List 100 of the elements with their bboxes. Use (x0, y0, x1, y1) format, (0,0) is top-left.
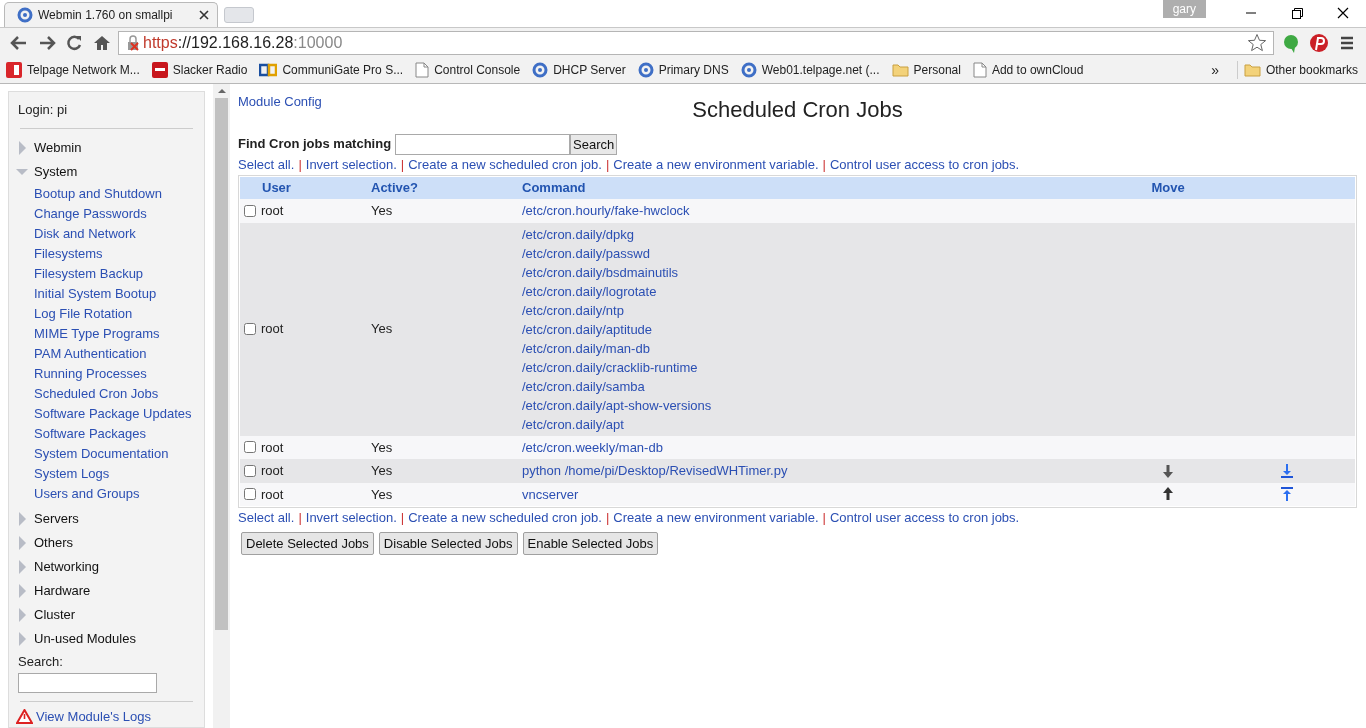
module-link[interactable]: Software Packages (34, 423, 146, 444)
overflow-button[interactable]: » (1211, 59, 1225, 81)
category-item[interactable]: System (16, 159, 195, 184)
module-link[interactable]: Software Package Updates (34, 403, 192, 424)
action-link[interactable]: Create a new environment variable. (613, 155, 819, 175)
search-button[interactable]: Search (570, 133, 618, 155)
category-item[interactable]: Networking (16, 554, 195, 579)
module-link[interactable]: Disk and Network (34, 223, 136, 244)
folder-icon (891, 63, 909, 77)
top-arrow-icon[interactable] (1279, 486, 1294, 503)
url-text: https://192.168.16.28:10000 (143, 32, 343, 53)
module-link[interactable]: Initial System Bootup (34, 283, 157, 304)
search-field[interactable] (395, 133, 571, 155)
home-icon[interactable] (92, 33, 112, 52)
bookmark[interactable]: Telpage Network M... (6, 61, 140, 79)
module-config-link[interactable]: Module Config (238, 92, 322, 112)
table-row[interactable]: root Yes vncserver (240, 482, 1355, 506)
module-link[interactable]: System Logs (34, 463, 110, 484)
bookmark[interactable]: DHCP Server (532, 61, 626, 79)
module-link[interactable]: Filesystems (34, 243, 103, 264)
row-checkbox[interactable] (244, 488, 256, 501)
category-item[interactable]: Webmin (16, 135, 195, 160)
module-link[interactable]: Filesystem Backup (34, 263, 144, 284)
row-checkbox[interactable] (244, 441, 256, 454)
module-link[interactable]: System Documentation (34, 443, 169, 464)
warning-icon (16, 709, 33, 725)
module-link[interactable]: Log File Rotation (34, 303, 133, 324)
bookmark[interactable]: Add to ownCloud (972, 61, 1084, 79)
down-arrow-icon[interactable] (1161, 462, 1175, 479)
action-link[interactable]: Select all. (238, 508, 295, 528)
category-item[interactable]: Hardware (16, 578, 195, 603)
bookmark[interactable]: Primary DNS (637, 61, 729, 79)
command-link[interactable]: /etc/cron.hourly/fake-hwclock (522, 203, 690, 219)
action-link[interactable]: Create a new scheduled cron job. (408, 508, 602, 528)
table-cell: Yes (371, 486, 393, 502)
pin-icon[interactable] (1308, 31, 1330, 54)
command-link[interactable]: /etc/cron.daily/aptitude (522, 321, 653, 337)
search-field[interactable] (18, 673, 157, 693)
separator: | (298, 156, 302, 175)
login-label: Login: pi (18, 101, 69, 119)
module-link[interactable]: Bootup and Shutdown (34, 183, 162, 204)
table-row[interactable]: root Yes python /home/pi/Desktop/RevisedWHTimer.py (240, 459, 1355, 483)
command-link[interactable]: /etc/cron.daily/dpkg (522, 226, 634, 242)
command-link[interactable]: vncserver (522, 486, 579, 502)
command-link[interactable]: /etc/cron.daily/passwd (522, 245, 650, 261)
command-link[interactable]: /etc/cron.daily/logrotate (522, 283, 657, 299)
command-link[interactable]: python /home/pi/Desktop/RevisedWHTimer.py (522, 463, 788, 479)
action-button[interactable]: Delete Selected Jobs (241, 532, 374, 555)
close-icon[interactable] (199, 10, 209, 20)
category-item[interactable]: Others (16, 530, 195, 555)
category-item[interactable]: Servers (16, 506, 195, 531)
column-header: Command (522, 180, 586, 196)
separator: | (400, 156, 405, 175)
address-bar[interactable]: https://192.168.16.28:10000 (118, 30, 1274, 55)
action-button[interactable]: Enable Selected Jobs (522, 532, 659, 555)
module-link[interactable]: MIME Type Programs (34, 323, 160, 344)
separator: | (605, 156, 610, 175)
bookmark[interactable]: Slacker Radio (151, 61, 248, 79)
bookmark[interactable]: Control Console (415, 61, 521, 79)
command-link[interactable]: /etc/cron.daily/man-db (522, 340, 650, 356)
bookmark[interactable]: Personal (891, 61, 961, 79)
up-arrow-icon[interactable] (1161, 486, 1175, 503)
command-link[interactable]: /etc/cron.daily/cracklib-runtime (522, 359, 698, 375)
app-icon (259, 62, 278, 78)
row-checkbox[interactable] (244, 323, 256, 335)
table-row[interactable]: root Yes /etc/cron.weekly/man-db (240, 435, 1355, 459)
scrollbar[interactable] (213, 84, 230, 728)
command-link[interactable]: /etc/cron.daily/ntp (522, 302, 624, 318)
app-icon (151, 62, 168, 78)
category-item[interactable]: Un-used Modules (16, 626, 195, 651)
bookmark[interactable]: CommuniGate Pro S... (259, 61, 404, 79)
bookmark[interactable]: Other bookmarks (1236, 61, 1358, 79)
module-link[interactable]: Scheduled Cron Jobs (34, 383, 159, 404)
logs-link[interactable]: View Module's Logs (36, 707, 151, 727)
action-link[interactable]: Invert selection. (305, 155, 397, 175)
command-link[interactable]: /etc/cron.daily/apt (522, 416, 624, 432)
command-link[interactable]: /etc/cron.daily/samba (522, 378, 645, 394)
module-link[interactable]: Change Passwords (34, 203, 147, 224)
row-checkbox[interactable] (244, 204, 256, 217)
action-button[interactable]: Disable Selected Jobs (378, 532, 518, 555)
action-link[interactable]: Select all. (238, 155, 295, 175)
star-icon[interactable] (1247, 32, 1267, 53)
module-link[interactable]: Users and Groups (34, 483, 140, 504)
action-link[interactable]: Control user access to cron jobs. (829, 508, 1020, 528)
table-row[interactable]: root Yes /etc/cron.hourly/fake-hwclock (240, 199, 1355, 223)
category-item[interactable]: Cluster (16, 602, 195, 627)
command-link[interactable]: /etc/cron.daily/bsdmainutils (522, 264, 679, 280)
module-link[interactable]: PAM Authentication (34, 343, 147, 364)
command-link[interactable]: /etc/cron.daily/apt-show-versions (522, 397, 712, 413)
bookmark[interactable]: Web01.telpage.net (... (740, 61, 880, 79)
action-link[interactable]: Invert selection. (305, 508, 397, 528)
action-link[interactable]: Control user access to cron jobs. (829, 155, 1020, 175)
action-link[interactable]: Create a new environment variable. (613, 508, 819, 528)
row-checkbox[interactable] (244, 464, 256, 477)
command-link[interactable]: /etc/cron.weekly/man-db (522, 439, 663, 455)
scroll-thumb[interactable] (215, 98, 228, 630)
bottom-arrow-icon[interactable] (1279, 462, 1294, 479)
browser-tab[interactable]: Webmin 1.760 on smallpi (4, 2, 218, 27)
module-link[interactable]: Running Processes (34, 363, 147, 384)
action-link[interactable]: Create a new scheduled cron job. (408, 155, 602, 175)
